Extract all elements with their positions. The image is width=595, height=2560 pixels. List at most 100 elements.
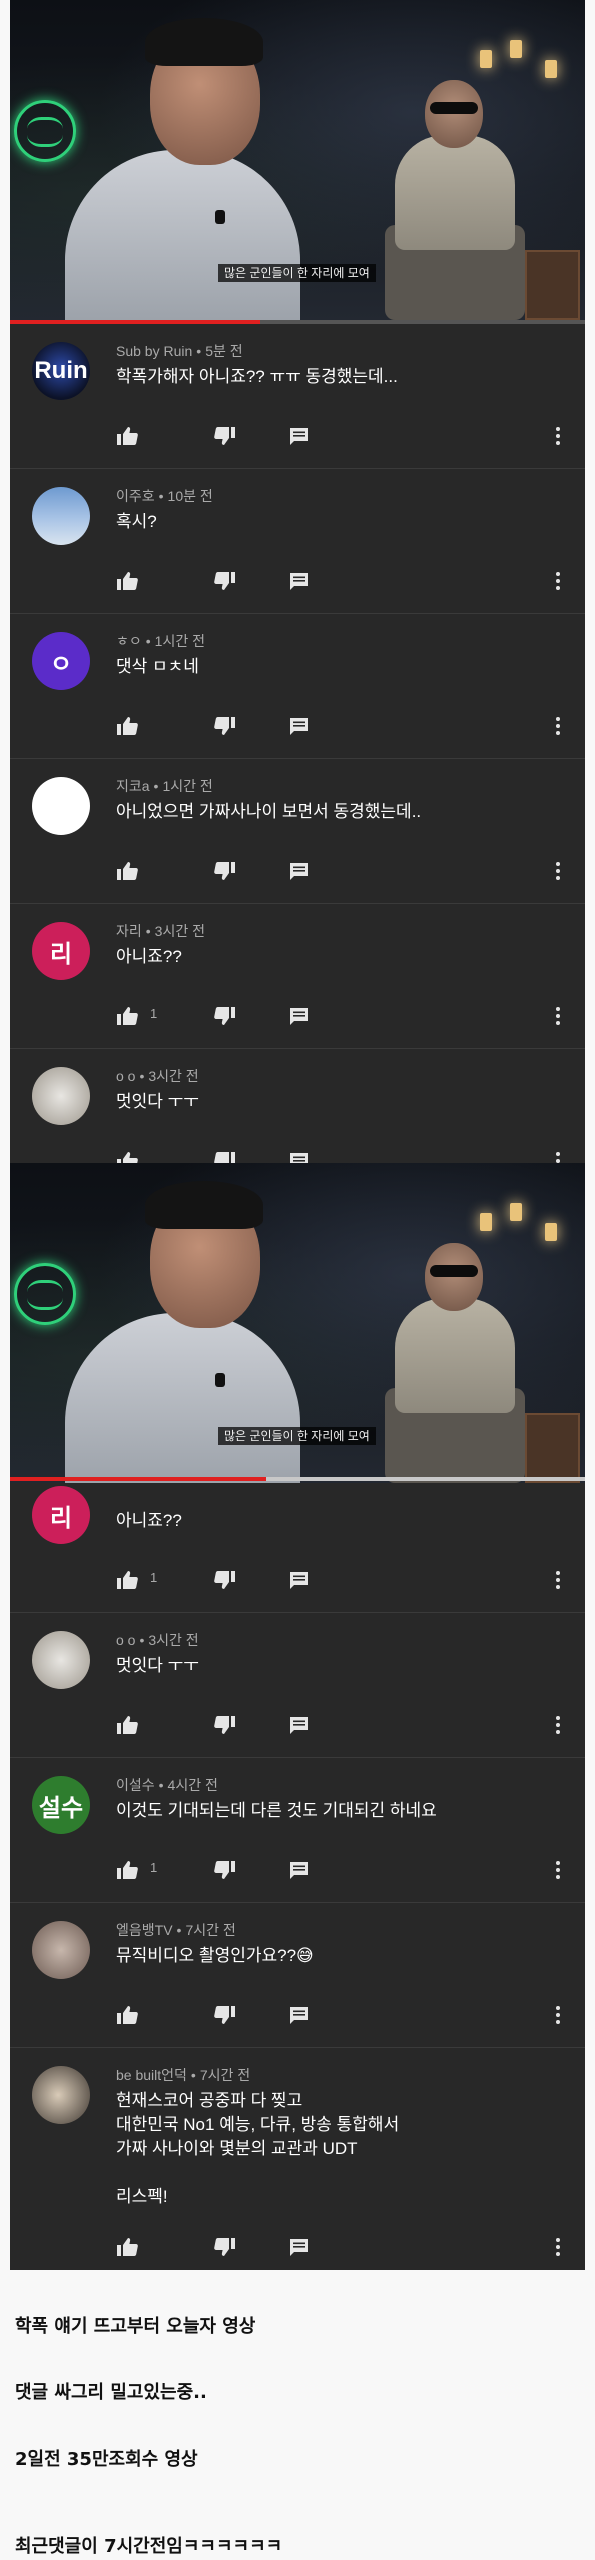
thumbs-up-icon[interactable] [116, 714, 138, 738]
comment-actions [116, 714, 585, 738]
avatar[interactable] [32, 1921, 90, 1979]
separator-dot: • [158, 488, 164, 504]
comment-author[interactable]: 지코a [116, 778, 150, 794]
thumbs-down-icon[interactable] [214, 1858, 236, 1882]
avatar[interactable] [32, 1631, 90, 1689]
comment-item: 엘음뱅TV • 7시간 전 뮤직비디오 촬영인가요??😅 [10, 1903, 585, 2048]
comment-author[interactable]: 엘음뱅TV [116, 1922, 173, 1938]
reply-comment-icon[interactable] [288, 1004, 310, 1028]
reply-comment-icon[interactable] [288, 2235, 310, 2259]
reply-comment-icon[interactable] [288, 569, 310, 593]
avatar-initial: 리 [49, 1504, 73, 1532]
more-vertical-icon[interactable] [554, 1004, 562, 1028]
reply-comment-icon[interactable] [288, 859, 310, 883]
separator-dot: • [176, 1922, 182, 1938]
thumbs-up-icon[interactable] [116, 2003, 138, 2027]
separator-dot: • [139, 1068, 145, 1084]
thumbs-up-icon[interactable] [116, 424, 138, 448]
avatar[interactable] [32, 1067, 90, 1125]
comment-item: 이주호 • 10분 전 혹시? [10, 469, 585, 614]
avatar[interactable]: Ruin [32, 342, 90, 400]
more-vertical-icon[interactable] [554, 2003, 562, 2027]
thumbs-down-icon[interactable] [214, 1149, 236, 1163]
thumbs-down-icon[interactable] [214, 2003, 236, 2027]
avatar-initial: ㅇ [49, 650, 73, 678]
reply-comment-icon[interactable] [288, 1713, 310, 1737]
thumbs-down-icon[interactable] [214, 859, 236, 883]
comment-actions [116, 2235, 585, 2259]
thumbs-down-icon[interactable] [214, 424, 236, 448]
avatar[interactable]: ㅇ [32, 632, 90, 690]
avatar[interactable] [32, 2066, 90, 2124]
avatar[interactable]: 설수 [32, 1776, 90, 1834]
more-vertical-icon[interactable] [554, 859, 562, 883]
video-subtitle: 많은 군인들이 한 자리에 모여 [218, 1427, 376, 1445]
comment-meta: ㅎㅇ • 1시간 전 [116, 631, 205, 651]
reply-comment-icon[interactable] [288, 1568, 310, 1592]
more-vertical-icon[interactable] [554, 1713, 562, 1737]
comment-author[interactable]: Sub by Ruin [116, 343, 192, 359]
more-vertical-icon[interactable] [554, 2235, 562, 2259]
lantern [545, 1223, 557, 1241]
comment-time: 1시간 전 [154, 633, 205, 649]
more-vertical-icon[interactable] [554, 1149, 562, 1163]
thumbs-down-icon[interactable] [214, 1004, 236, 1028]
more-vertical-icon[interactable] [554, 569, 562, 593]
reply-comment-icon[interactable] [288, 424, 310, 448]
like-count: 1 [150, 1860, 158, 1875]
thumbs-down-icon[interactable] [214, 2235, 236, 2259]
thumbs-up-icon[interactable] [116, 569, 138, 593]
caption-line: 2일전 35만조회수 영상 [15, 2449, 198, 2470]
more-vertical-icon[interactable] [554, 714, 562, 738]
comment-text: 대한민국 No1 예능, 다큐, 방송 통합해서 [116, 2115, 400, 2134]
screenshot-2: 많은 군인들이 한 자리에 모여 리 아니죠?? 1 o o • 3시간 전 멋잇다 ㅜㅜ 설… [10, 1163, 585, 2270]
comment-item: 설수 이설수 • 4시간 전 이것도 기대되는데 다른 것도 기대되긴 하네요 1 [10, 1758, 585, 1903]
comment-time: 4시간 전 [167, 1777, 218, 1793]
more-vertical-icon[interactable] [554, 1568, 562, 1592]
thumbs-down-icon[interactable] [214, 714, 236, 738]
comment-text: 아니었으면 가짜사나이 보면서 동경했는데.. [116, 802, 422, 821]
thumbs-up-icon[interactable] [116, 1568, 138, 1592]
avatar[interactable] [32, 777, 90, 835]
comment-author[interactable]: 이설수 [116, 1777, 155, 1793]
avatar[interactable]: 리 [32, 1486, 90, 1544]
comment-author[interactable]: 이주호 [116, 488, 155, 504]
comment-item: 리 자리 • 3시간 전 아니죠?? 1 [10, 904, 585, 1049]
thumbs-up-icon[interactable] [116, 1149, 138, 1163]
reply-comment-icon[interactable] [288, 1858, 310, 1882]
separator-dot: • [145, 633, 151, 649]
avatar[interactable] [32, 487, 90, 545]
comment-item: ㅇ ㅎㅇ • 1시간 전댓삭 ㅁㅊ네 [10, 614, 585, 759]
video-player[interactable]: 많은 군인들이 한 자리에 모여 [10, 1163, 585, 1483]
comment-author[interactable]: be built언덕 [116, 2067, 187, 2083]
comment-time: 7시간 전 [199, 2067, 251, 2083]
comment-meta: 지코a • 1시간 전 [116, 776, 213, 796]
separator-dot: • [145, 923, 151, 939]
comment-text: 댓삭 ㅁㅊ네 [116, 657, 199, 676]
comment-text: 뮤직비디오 촬영인가요??😅 [116, 1946, 314, 1965]
video-progress-bar[interactable] [10, 1477, 585, 1481]
more-vertical-icon[interactable] [554, 1858, 562, 1882]
thumbs-up-icon[interactable] [116, 2235, 138, 2259]
thumbs-down-icon[interactable] [214, 1568, 236, 1592]
crate [525, 250, 580, 320]
more-vertical-icon[interactable] [554, 424, 562, 448]
thumbs-down-icon[interactable] [214, 1713, 236, 1737]
comment-author[interactable]: ㅎㅇ [116, 633, 142, 649]
avatar[interactable]: 리 [32, 922, 90, 980]
comment-actions: 1 [116, 1568, 585, 1592]
thumbs-up-icon[interactable] [116, 1713, 138, 1737]
thumbs-up-icon[interactable] [116, 859, 138, 883]
reply-comment-icon[interactable] [288, 1149, 310, 1163]
thumbs-up-icon[interactable] [116, 1858, 138, 1882]
comment-author[interactable]: 자리 [116, 923, 142, 939]
avatar-initial: Ruin [34, 357, 88, 384]
thumbs-up-icon[interactable] [116, 1004, 138, 1028]
reply-comment-icon[interactable] [288, 714, 310, 738]
comment-time: 1시간 전 [162, 778, 213, 794]
comment-author[interactable]: o o [116, 1068, 135, 1084]
video-player[interactable]: 많은 군인들이 한 자리에 모여 [10, 0, 585, 320]
reply-comment-icon[interactable] [288, 2003, 310, 2027]
comment-author[interactable]: o o [116, 1632, 135, 1648]
thumbs-down-icon[interactable] [214, 569, 236, 593]
